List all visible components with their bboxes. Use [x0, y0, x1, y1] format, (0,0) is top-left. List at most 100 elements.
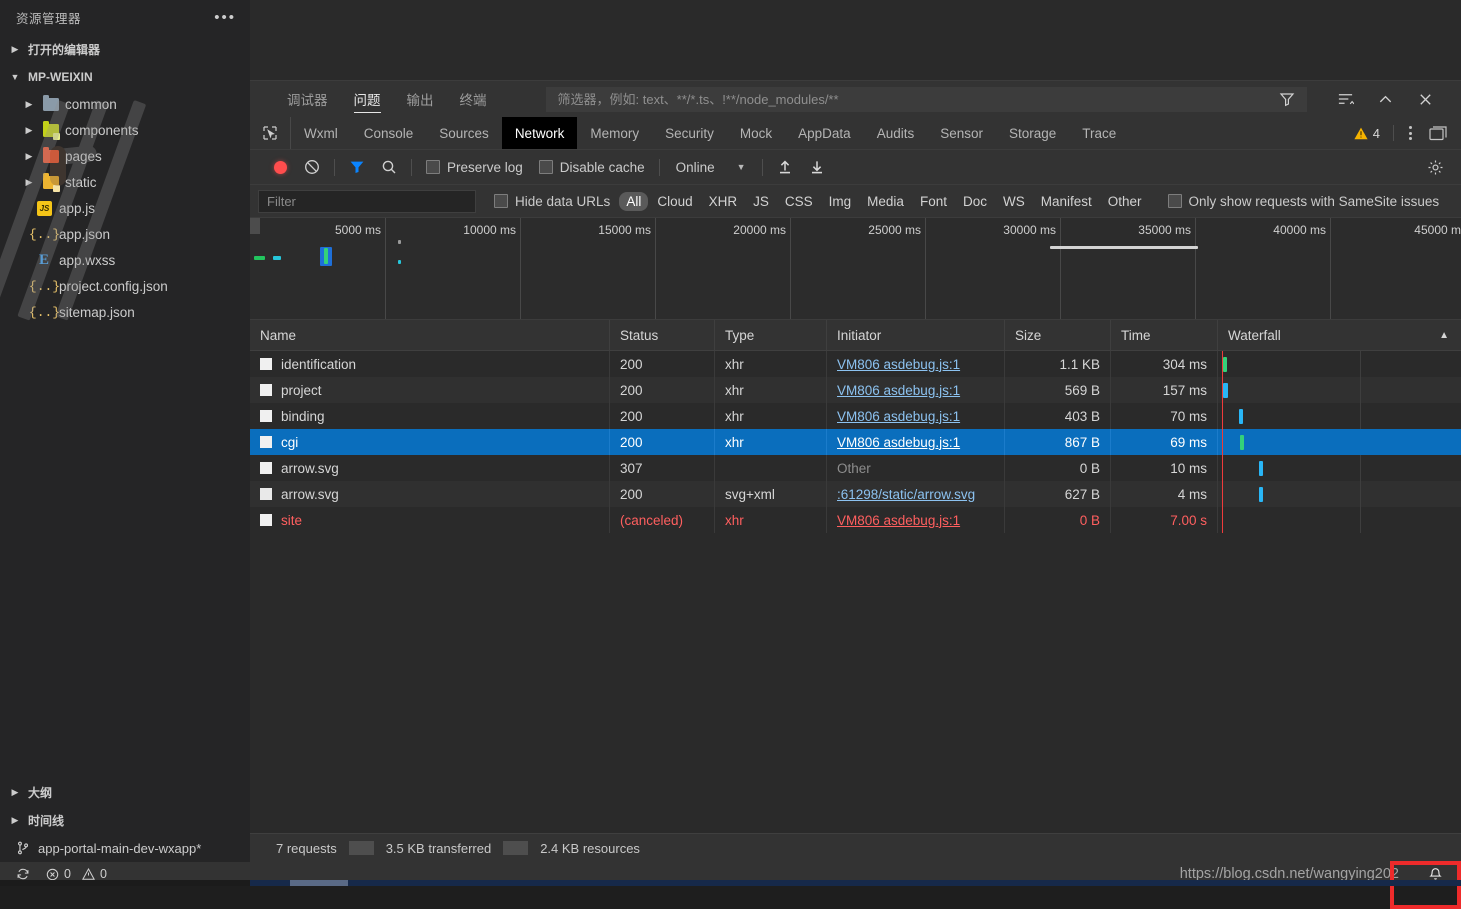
preserve-log-checkbox[interactable]: Preserve log — [418, 160, 531, 175]
type-filter-other[interactable]: Other — [1101, 192, 1149, 211]
table-row[interactable]: site (canceled) xhr VM806 asdebug.js:1 0… — [250, 507, 1461, 533]
type-filter-img[interactable]: Img — [822, 192, 859, 211]
type-filter-media[interactable]: Media — [860, 192, 911, 211]
type-filter-cloud[interactable]: Cloud — [650, 192, 699, 211]
cell-initiator[interactable]: VM806 asdebug.js:1 — [827, 351, 1005, 377]
list-collapse-icon[interactable] — [1325, 81, 1365, 117]
column-header-status[interactable]: Status — [610, 320, 715, 350]
search-icon[interactable] — [373, 150, 405, 184]
panel-tab-output[interactable]: 输出 — [394, 81, 447, 117]
column-header-time[interactable]: Time — [1111, 320, 1218, 350]
table-row[interactable]: arrow.svg 200 svg+xml :61298/static/arro… — [250, 481, 1461, 507]
type-filter-js[interactable]: JS — [746, 192, 776, 211]
tree-item-app-wxss[interactable]: Ǝ app.wxss — [0, 247, 250, 273]
checkbox-box[interactable] — [426, 160, 440, 174]
panel-tab-problems[interactable]: 问题 — [341, 81, 394, 117]
tree-item-common[interactable]: ▶ common — [0, 91, 250, 117]
scrollbar-thumb[interactable] — [290, 880, 348, 886]
column-header-name[interactable]: Name — [250, 320, 610, 350]
warning-count-badge[interactable]: 4 — [1344, 126, 1390, 141]
download-har-icon[interactable] — [801, 150, 833, 184]
cell-initiator[interactable]: VM806 asdebug.js:1 — [827, 507, 1005, 533]
table-row[interactable]: cgi 200 xhr VM806 asdebug.js:1 867 B 69 … — [250, 429, 1461, 455]
tree-item-components[interactable]: ▶ components — [0, 117, 250, 143]
initiator-link[interactable]: :61298/static/arrow.svg — [837, 487, 975, 502]
table-row[interactable]: identification 200 xhr VM806 asdebug.js:… — [250, 351, 1461, 377]
sidebar-section-open-editors[interactable]: ▶ 打开的编辑器 — [0, 35, 250, 63]
tab-sensor[interactable]: Sensor — [927, 117, 996, 149]
tab-audits[interactable]: Audits — [864, 117, 928, 149]
panel-tab-debugger[interactable]: 调试器 — [274, 81, 341, 117]
tab-storage[interactable]: Storage — [996, 117, 1069, 149]
tab-memory[interactable]: Memory — [577, 117, 652, 149]
panel-tab-terminal[interactable]: 终端 — [447, 81, 500, 117]
column-header-size[interactable]: Size — [1005, 320, 1111, 350]
table-row[interactable]: arrow.svg 307 Other 0 B 10 ms — [250, 455, 1461, 481]
tree-item-app-js[interactable]: JS app.js — [0, 195, 250, 221]
type-filter-manifest[interactable]: Manifest — [1034, 192, 1099, 211]
tab-wxml[interactable]: Wxml — [291, 117, 351, 149]
throttling-select[interactable]: Online ▼ — [666, 160, 756, 175]
request-filter-input[interactable] — [258, 189, 476, 213]
network-overview-timeline[interactable]: 5000 ms 10000 ms 15000 ms 20000 ms 25000… — [250, 218, 1461, 320]
bottom-scrollbar[interactable] — [0, 880, 1461, 886]
type-filter-all[interactable]: All — [619, 191, 649, 211]
samesite-issues-checkbox[interactable]: Only show requests with SameSite issues — [1160, 194, 1448, 209]
disable-cache-checkbox[interactable]: Disable cache — [531, 160, 653, 175]
tab-security[interactable]: Security — [652, 117, 727, 149]
initiator-link[interactable]: VM806 asdebug.js:1 — [837, 435, 960, 450]
git-branch-item[interactable]: app-portal-main-dev-wxapp* — [0, 834, 250, 862]
filter-funnel-icon[interactable] — [341, 150, 373, 184]
tree-item-static[interactable]: ▶ static — [0, 169, 250, 195]
tab-sources[interactable]: Sources — [426, 117, 502, 149]
ellipsis-icon[interactable]: ••• — [214, 9, 236, 26]
overview-selection-bar[interactable] — [1050, 246, 1198, 249]
initiator-link[interactable]: VM806 asdebug.js:1 — [837, 409, 960, 424]
checkbox-box[interactable] — [494, 194, 508, 208]
sidebar-section-timeline[interactable]: ▶ 时间线 — [0, 806, 250, 834]
record-button-icon[interactable] — [264, 150, 296, 184]
cell-initiator[interactable]: :61298/static/arrow.svg — [827, 481, 1005, 507]
close-icon[interactable] — [1405, 81, 1445, 117]
dock-panel-icon[interactable] — [1423, 117, 1453, 149]
panel-filter-input[interactable] — [555, 90, 1273, 108]
tree-item-project-config-json[interactable]: {..} project.config.json — [0, 273, 250, 299]
cell-initiator[interactable]: VM806 asdebug.js:1 — [827, 403, 1005, 429]
gear-icon[interactable] — [1419, 150, 1451, 184]
tab-mock[interactable]: Mock — [727, 117, 785, 149]
hide-data-urls-checkbox[interactable]: Hide data URLs — [486, 194, 618, 209]
type-filter-font[interactable]: Font — [913, 192, 954, 211]
cell-initiator[interactable]: VM806 asdebug.js:1 — [827, 377, 1005, 403]
upload-har-icon[interactable] — [769, 150, 801, 184]
tree-item-app-json[interactable]: {..} app.json — [0, 221, 250, 247]
type-filter-doc[interactable]: Doc — [956, 192, 994, 211]
column-header-waterfall[interactable]: Waterfall ▲ — [1218, 320, 1461, 350]
checkbox-box[interactable] — [538, 160, 553, 174]
table-row[interactable]: binding 200 xhr VM806 asdebug.js:1 403 B… — [250, 403, 1461, 429]
column-header-type[interactable]: Type — [715, 320, 827, 350]
funnel-icon[interactable] — [1273, 81, 1301, 117]
tab-appdata[interactable]: AppData — [785, 117, 864, 149]
initiator-link[interactable]: VM806 asdebug.js:1 — [837, 357, 960, 372]
table-row[interactable]: project 200 xhr VM806 asdebug.js:1 569 B… — [250, 377, 1461, 403]
tab-network[interactable]: Network — [501, 117, 578, 149]
chevron-up-icon[interactable] — [1365, 81, 1405, 117]
column-header-initiator[interactable]: Initiator — [827, 320, 1005, 350]
initiator-link[interactable]: VM806 asdebug.js:1 — [837, 513, 960, 528]
panel-filter-box[interactable] — [545, 86, 1307, 112]
inspect-element-icon[interactable] — [250, 117, 291, 149]
type-filter-ws[interactable]: WS — [996, 192, 1032, 211]
type-filter-xhr[interactable]: XHR — [702, 192, 745, 211]
initiator-link[interactable]: VM806 asdebug.js:1 — [837, 383, 960, 398]
cell-initiator[interactable]: VM806 asdebug.js:1 — [827, 429, 1005, 455]
tree-item-pages[interactable]: ▶ pages — [0, 143, 250, 169]
clear-icon[interactable] — [296, 150, 328, 184]
checkbox-box[interactable] — [1167, 194, 1182, 208]
tab-console[interactable]: Console — [351, 117, 427, 149]
tree-item-sitemap-json[interactable]: {..} sitemap.json — [0, 299, 250, 325]
sidebar-section-mp-weixin[interactable]: ▼ MP-WEIXIN — [0, 63, 250, 91]
sidebar-section-outline[interactable]: ▶ 大纲 — [0, 778, 250, 806]
tab-trace[interactable]: Trace — [1069, 117, 1129, 149]
type-filter-css[interactable]: CSS — [778, 192, 820, 211]
kebab-menu-icon[interactable] — [1397, 117, 1423, 149]
